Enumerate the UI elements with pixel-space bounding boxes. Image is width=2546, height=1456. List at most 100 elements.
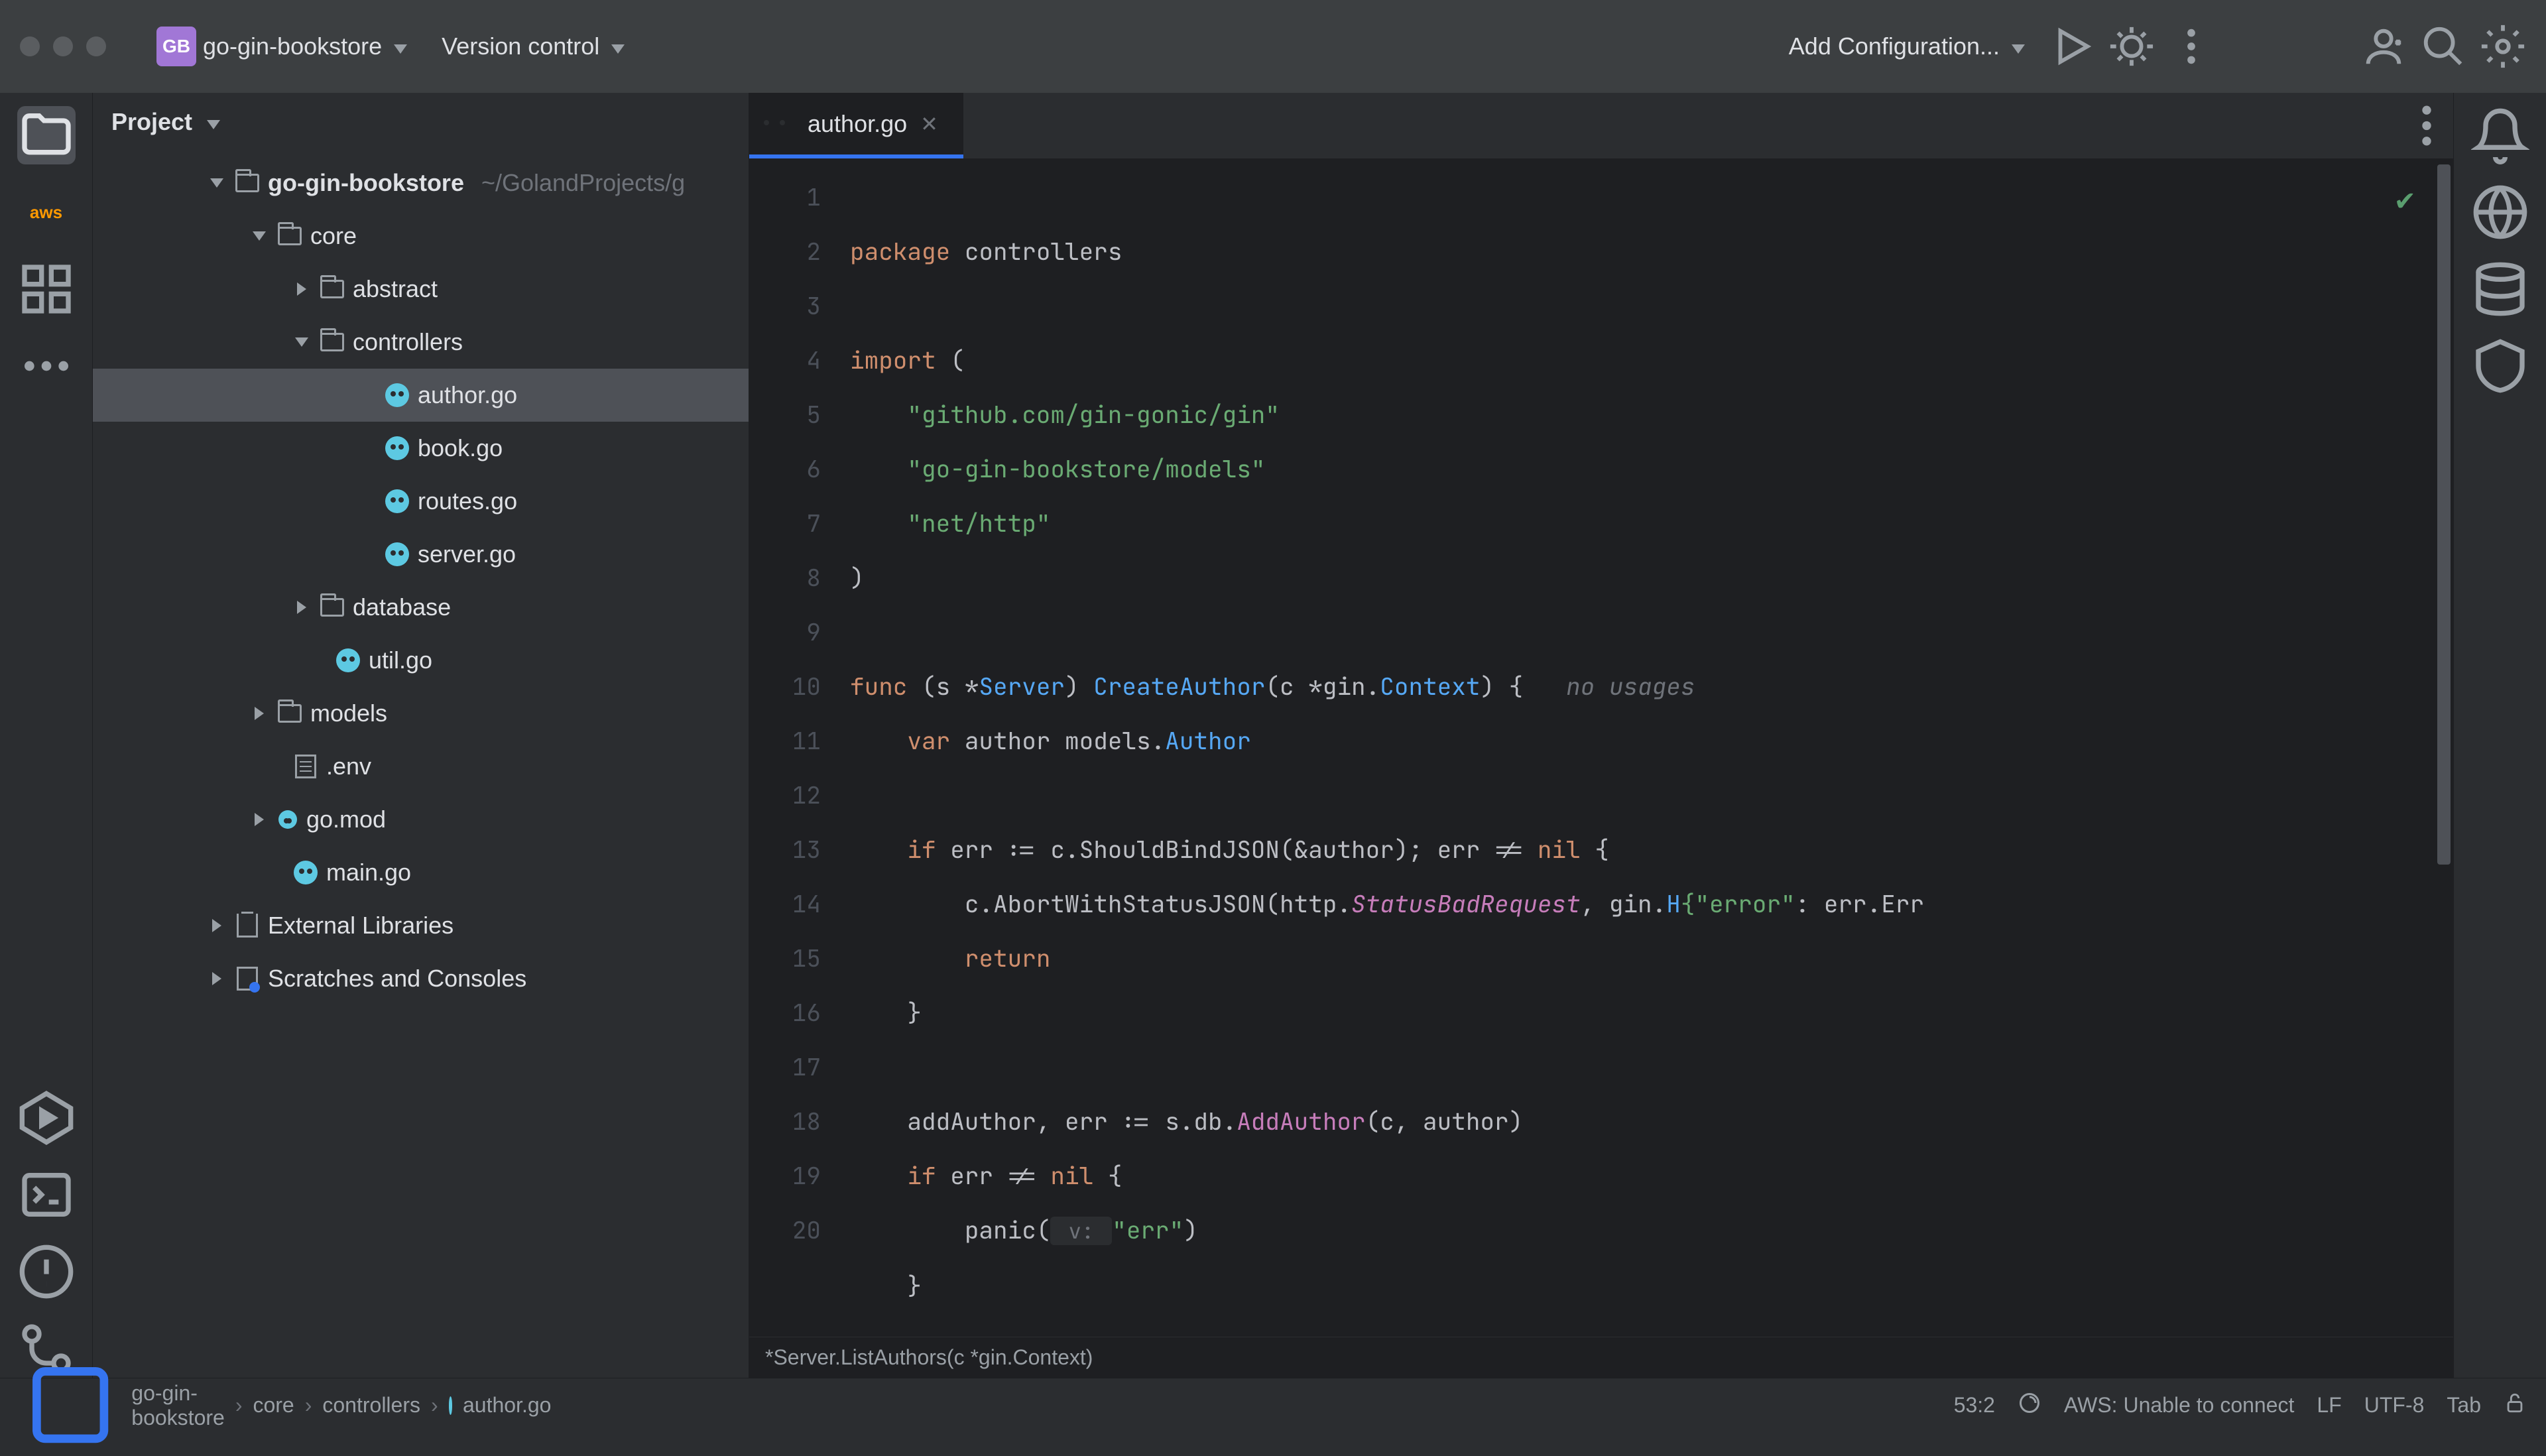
chevron-down-icon <box>606 34 625 60</box>
aws-status[interactable]: AWS: Unable to connect <box>2064 1393 2294 1418</box>
shield-tool-button[interactable] <box>2471 337 2529 395</box>
minimize-window[interactable] <box>53 36 73 56</box>
inspection-status-icon[interactable]: ✔ <box>2394 174 2416 228</box>
tree-file-env[interactable]: .env <box>93 740 749 793</box>
file-encoding[interactable]: UTF-8 <box>2364 1393 2425 1418</box>
navigation-bar[interactable]: go-gin-bookstore › core › controllers › … <box>20 1355 551 1455</box>
chevron-right-icon: › <box>305 1393 312 1418</box>
ai-assistant-button[interactable] <box>2471 183 2529 241</box>
project-selector[interactable]: GB go-gin-bookstore <box>146 20 418 73</box>
maximize-window[interactable] <box>86 36 106 56</box>
left-tool-rail: aws <box>0 93 93 1378</box>
tree-folder-abstract[interactable]: abstract <box>93 263 749 316</box>
aws-tool-button[interactable]: aws <box>17 183 76 241</box>
editor-tabs: author.go ✕ <box>749 93 2453 159</box>
line-separator[interactable]: LF <box>2317 1393 2341 1418</box>
chevron-down-icon <box>389 34 407 60</box>
chevron-right-icon: › <box>431 1393 438 1418</box>
chevron-down-icon <box>2006 34 2025 60</box>
run-button[interactable] <box>2049 23 2095 70</box>
scratches-icon <box>237 967 258 991</box>
tree-external-libraries[interactable]: External Libraries <box>93 899 749 952</box>
go-file-icon <box>336 648 360 672</box>
library-icon <box>237 914 258 938</box>
database-tool-button[interactable] <box>2471 260 2529 318</box>
inlay-hint[interactable]: v: <box>1050 1217 1112 1245</box>
right-tool-rail <box>2453 93 2546 1378</box>
tree-file-book[interactable]: book.go <box>93 422 749 475</box>
go-file-icon <box>449 1396 452 1415</box>
go-file-icon <box>385 542 409 566</box>
usage-hint[interactable]: no usages <box>1566 670 1695 702</box>
tree-file-main[interactable]: main.go <box>93 846 749 899</box>
code-editor[interactable]: 1234567891011121314151617181920 ✔package… <box>749 159 2453 1337</box>
close-window[interactable] <box>20 36 40 56</box>
chevron-right-icon: › <box>235 1393 243 1418</box>
gomod-icon <box>276 808 300 831</box>
debug-button[interactable] <box>2108 23 2155 70</box>
tree-file-gomod[interactable]: go.mod <box>93 793 749 846</box>
run-tool-button[interactable] <box>17 1089 76 1147</box>
tree-folder-core[interactable]: core <box>93 210 749 263</box>
folder-icon <box>235 174 259 192</box>
tree-folder-models[interactable]: models <box>93 687 749 740</box>
progress-indicator[interactable] <box>2018 1391 2041 1420</box>
indent-config[interactable]: Tab <box>2447 1393 2481 1418</box>
project-tool-button[interactable] <box>17 106 76 164</box>
project-tree: go-gin-bookstore ~/GolandProjects/g core… <box>93 151 749 1010</box>
more-actions-button[interactable] <box>2168 23 2214 70</box>
tabs-more-button[interactable] <box>2400 93 2453 158</box>
close-tab-button[interactable]: ✕ <box>920 111 938 137</box>
project-name: go-gin-bookstore <box>203 32 382 60</box>
tree-file-util[interactable]: util.go <box>93 634 749 687</box>
run-config-selector[interactable]: Add Configuration... <box>1778 26 2035 67</box>
project-tool-window: Project go-gin-bookstore ~/GolandProject… <box>93 93 749 1378</box>
code-content[interactable]: ✔package controllers import ( "github.co… <box>829 159 2453 1337</box>
expand-toggle[interactable] <box>207 178 227 188</box>
module-icon <box>20 1355 121 1455</box>
expand-toggle[interactable] <box>292 601 312 614</box>
terminal-tool-button[interactable] <box>17 1166 76 1224</box>
folder-icon <box>278 227 302 245</box>
expand-toggle[interactable] <box>249 231 269 241</box>
cursor-position[interactable]: 53:2 <box>1954 1393 1995 1418</box>
folder-icon <box>278 704 302 723</box>
tree-folder-controllers[interactable]: controllers <box>93 316 749 369</box>
tree-scratches[interactable]: Scratches and Consoles <box>93 952 749 1005</box>
problems-tool-button[interactable] <box>17 1243 76 1301</box>
readonly-toggle[interactable] <box>2504 1392 2526 1420</box>
go-file-icon <box>294 861 318 884</box>
editor-scrollbar[interactable] <box>2435 164 2453 1331</box>
project-badge: GB <box>156 27 196 66</box>
titlebar: GB go-gin-bookstore Version control Add … <box>0 0 2546 93</box>
go-file-icon <box>385 383 409 407</box>
project-panel-header[interactable]: Project <box>93 93 749 151</box>
settings-button[interactable] <box>2480 23 2526 70</box>
vcs-widget[interactable]: Version control <box>431 26 635 67</box>
line-number-gutter: 1234567891011121314151617181920 <box>749 159 829 1337</box>
status-bar: go-gin-bookstore › core › controllers › … <box>0 1378 2546 1432</box>
expand-toggle[interactable] <box>249 813 269 826</box>
tree-file-author[interactable]: author.go <box>93 369 749 422</box>
notifications-button[interactable] <box>2471 106 2529 164</box>
folder-icon <box>320 280 344 298</box>
more-tools-button[interactable] <box>17 337 76 395</box>
expand-toggle[interactable] <box>292 337 312 347</box>
tree-file-routes[interactable]: routes.go <box>93 475 749 528</box>
tree-folder-database[interactable]: database <box>93 581 749 634</box>
tab-author-go[interactable]: author.go ✕ <box>749 93 963 158</box>
main-content: aws Project go-gi <box>0 93 2546 1378</box>
expand-toggle[interactable] <box>249 707 269 720</box>
expand-toggle[interactable] <box>207 919 227 932</box>
tree-root[interactable]: go-gin-bookstore ~/GolandProjects/g <box>93 156 749 210</box>
aws-icon: aws <box>28 199 65 225</box>
code-with-me-button[interactable] <box>2360 23 2407 70</box>
expand-toggle[interactable] <box>207 972 227 985</box>
tree-file-server[interactable]: server.go <box>93 528 749 581</box>
expand-toggle[interactable] <box>292 282 312 296</box>
go-file-icon <box>385 489 409 513</box>
editor-breadcrumbs[interactable]: *Server.ListAuthors(c *gin.Context) <box>749 1337 2453 1378</box>
search-everywhere-button[interactable] <box>2420 23 2466 70</box>
structure-tool-button[interactable] <box>17 260 76 318</box>
folder-icon <box>320 598 344 617</box>
